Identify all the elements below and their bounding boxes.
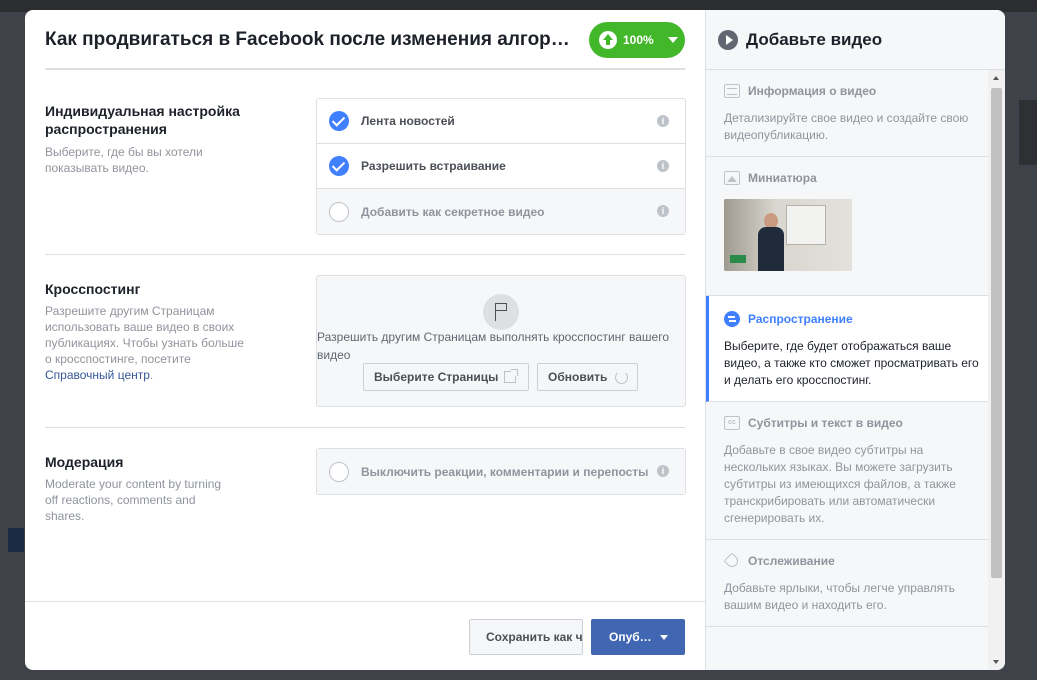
image-icon <box>724 171 740 185</box>
play-icon <box>718 29 738 50</box>
moderation-title: Модерация <box>45 454 124 470</box>
tag-icon <box>723 552 741 570</box>
option-label: Выключить реакции, комментарии и перепос… <box>361 464 649 479</box>
step-tracking[interactable]: Отслеживание Добавьте ярлыки, чтобы легч… <box>706 540 989 627</box>
crossposting-box-text: Разрешить другим Страницам выполнять кро… <box>317 330 670 362</box>
dialog-footer: Сохранить как черновик Опуб… <box>25 601 705 670</box>
checked-icon[interactable] <box>329 156 349 176</box>
unchecked-icon[interactable] <box>329 461 349 482</box>
sidebar-header: Добавьте видео <box>706 10 1005 70</box>
info-icon[interactable]: i <box>657 115 669 127</box>
scrollbar-thumb[interactable] <box>991 88 1002 578</box>
step-desc: Добавьте ярлыки, чтобы легче управлять в… <box>724 581 955 612</box>
cc-icon: cc <box>724 416 740 430</box>
step-thumbnail[interactable]: Миниатюра <box>706 157 989 296</box>
chevron-down-icon <box>667 37 678 43</box>
select-pages-label: Выберите Страницы <box>374 370 499 384</box>
step-video-info[interactable]: Информация о видео Детализируйте свое ви… <box>706 70 989 157</box>
step-label: Субтитры и текст в видео <box>748 416 903 430</box>
info-icon[interactable]: i <box>657 205 669 217</box>
video-title: Как продвигаться в Facebook после измене… <box>45 29 575 50</box>
crossposting-desc: Разрешите другим Страницам использовать … <box>45 303 245 383</box>
step-label: Миниатюра <box>748 171 817 185</box>
sidebar-title: Добавьте видео <box>746 29 883 49</box>
select-pages-button[interactable]: Выберите Страницы <box>363 363 529 391</box>
step-label: Распространение <box>748 312 853 326</box>
external-link-icon <box>504 369 519 383</box>
flag-icon <box>483 294 519 330</box>
option-secret-video[interactable]: Добавить как секретное видео i <box>317 189 685 234</box>
crossposting-desc-end: . <box>149 368 154 382</box>
scroll-up-icon[interactable] <box>993 76 999 80</box>
chevron-down-icon[interactable] <box>659 634 668 640</box>
step-captions[interactable]: cc Субтитры и текст в видео Добавьте в св… <box>706 402 989 540</box>
option-news-feed[interactable]: Лента новостей i <box>317 99 685 144</box>
doc-icon <box>724 84 740 98</box>
step-label: Отслеживание <box>748 554 835 568</box>
divider <box>45 427 685 428</box>
help-center-link[interactable]: Справочный центр <box>45 368 150 382</box>
step-distribution[interactable]: Распространение Выберите, где будет отоб… <box>706 296 989 402</box>
crossposting-desc-text: Разрешите другим Страницам использовать … <box>45 304 244 366</box>
publish-label: Опуб… <box>609 630 652 644</box>
option-label: Разрешить встраивание <box>361 159 506 173</box>
option-allow-embedding[interactable]: Разрешить встраивание i <box>317 144 685 189</box>
scroll-down-icon[interactable] <box>993 660 999 664</box>
crossposting-box: Разрешить другим Страницам выполнять кро… <box>316 275 686 407</box>
upload-progress-button[interactable]: 100% <box>589 22 685 58</box>
dialog-header: Как продвигаться в Facebook после измене… <box>45 10 685 70</box>
step-desc: Добавьте в свое видео субтитры на нескол… <box>724 443 956 525</box>
sidebar-scrollbar[interactable] <box>988 70 1005 670</box>
save-draft-button[interactable]: Сохранить как черновик <box>469 619 583 655</box>
distribution-desc: Выберите, где бы вы хотели показывать ви… <box>45 145 203 175</box>
moderation-desc: Moderate your content by turning off rea… <box>45 477 222 523</box>
steps-list: Информация о видео Детализируйте свое ви… <box>706 70 989 670</box>
checked-icon[interactable] <box>329 111 349 131</box>
option-label: Добавить как секретное видео <box>361 204 545 219</box>
refresh-label: Обновить <box>548 370 608 384</box>
step-desc: Выберите, где будет отображаться ваше ви… <box>724 339 979 387</box>
background-image <box>1019 100 1037 165</box>
publish-button[interactable]: Опуб… <box>591 619 685 655</box>
info-icon[interactable]: i <box>657 160 669 172</box>
unchecked-icon[interactable] <box>329 201 349 222</box>
moderation-options: Выключить реакции, комментарии и перепос… <box>316 448 686 495</box>
video-thumbnail[interactable] <box>724 199 852 271</box>
upload-icon <box>599 31 617 49</box>
option-label: Лента новостей <box>361 114 455 128</box>
crossposting-title: Кросспостинг <box>45 281 141 297</box>
refresh-icon <box>615 370 629 384</box>
option-disable-reactions[interactable]: Выключить реакции, комментарии и перепос… <box>317 449 685 494</box>
distribution-title: Индивидуальная настройка распространения <box>45 103 240 137</box>
upload-video-dialog: Как продвигаться в Facebook после измене… <box>25 10 1005 670</box>
distribution-options: Лента новостей i Разрешить встраивание i… <box>316 98 686 235</box>
background-button <box>8 528 24 552</box>
divider <box>45 254 685 255</box>
step-desc: Детализируйте свое видео и создайте свою… <box>724 111 969 142</box>
share-icon <box>724 311 740 327</box>
steps-sidebar: Добавьте видео Информация о видео Детали… <box>705 10 1005 670</box>
refresh-button[interactable]: Обновить <box>537 363 638 391</box>
upload-progress-value: 100% <box>623 33 654 47</box>
step-label: Информация о видео <box>748 84 877 98</box>
main-pane: Как продвигаться в Facebook после измене… <box>25 10 705 670</box>
info-icon[interactable]: i <box>657 465 669 477</box>
